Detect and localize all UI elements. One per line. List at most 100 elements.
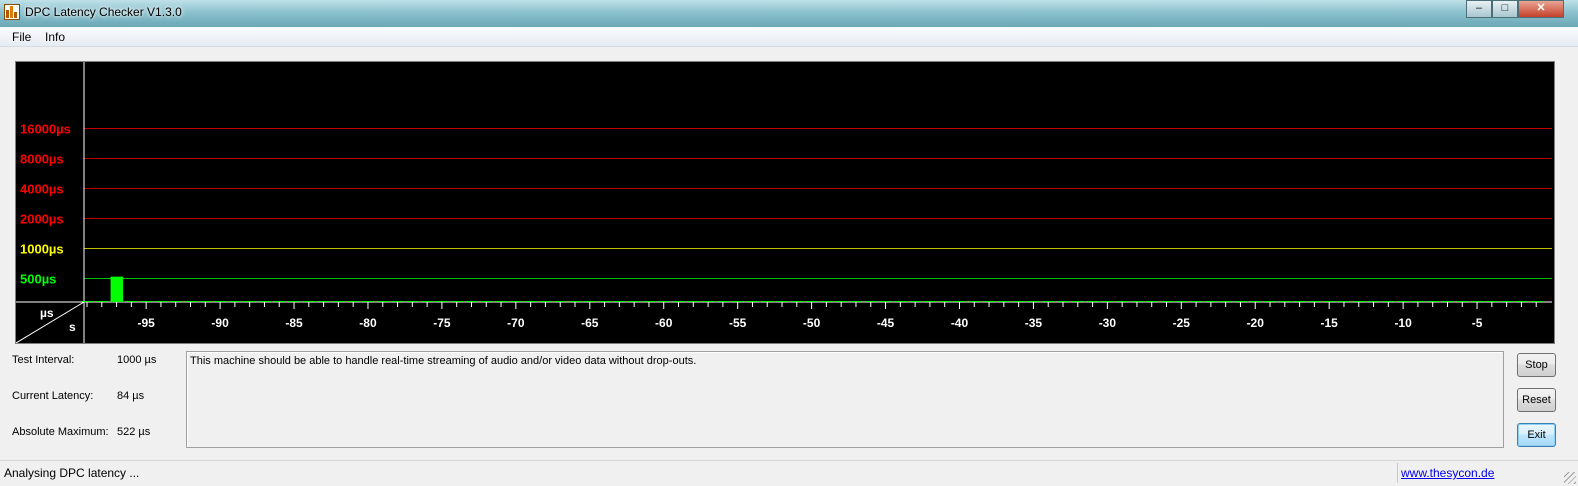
bar-82 [332, 301, 345, 302]
exit-button[interactable]: Exit [1517, 423, 1556, 447]
bar-60 [657, 301, 671, 302]
bar-69 [524, 301, 538, 302]
bar-1 [1530, 301, 1543, 302]
bar-62 [628, 301, 641, 302]
y-unit-label: µs [40, 306, 54, 320]
close-button[interactable]: ✕ [1518, 0, 1564, 18]
x-tick-label-75: -75 [433, 316, 451, 330]
x-tick-label-45: -45 [877, 316, 895, 330]
y-tick-label-2000: 2000µs [20, 212, 64, 227]
bar-95 [140, 301, 153, 302]
bar-48 [835, 301, 848, 302]
x-tick-label-70: -70 [507, 316, 525, 330]
dpc-latency-window: DPC Latency Checker V1.3.0 – □ ✕ File In… [0, 0, 1578, 486]
window-title: DPC Latency Checker V1.3.0 [25, 5, 182, 19]
bar-79 [376, 301, 390, 302]
bar-24 [1190, 301, 1203, 302]
x-tick-label-5: -5 [1472, 316, 1483, 330]
bar-78 [391, 301, 405, 302]
stop-button[interactable]: Stop [1517, 353, 1556, 377]
resize-grip[interactable] [1564, 472, 1576, 484]
status-bar: Analysing DPC latency ... www.thesycon.d… [0, 460, 1578, 486]
x-tick-label-50: -50 [803, 316, 821, 330]
latency-chart: 500µs 1000µs 2000µs 4000µs 8000µs 16000µs µs s -… [16, 62, 1552, 343]
bar-4 [1485, 301, 1499, 302]
bar-17 [1293, 301, 1307, 302]
x-tick-label-35: -35 [1025, 316, 1043, 330]
reset-button[interactable]: Reset [1517, 388, 1556, 412]
bar-18 [1278, 301, 1292, 302]
bar-42 [923, 301, 937, 302]
bar-51 [790, 301, 804, 302]
bar-25 [1175, 301, 1188, 302]
bar-73 [465, 301, 478, 302]
status-separator [1397, 463, 1398, 483]
bar-46 [864, 301, 878, 302]
bar-8 [1426, 301, 1440, 302]
bar-45 [879, 301, 893, 302]
bar-3 [1500, 301, 1514, 302]
bar-12 [1367, 301, 1381, 302]
maximize-button[interactable]: □ [1492, 0, 1518, 18]
bar-29 [1116, 301, 1129, 302]
bar-72 [480, 301, 493, 302]
bar-71 [495, 301, 508, 302]
x-tick-label-95: -95 [137, 316, 155, 330]
bar-34 [1042, 301, 1055, 302]
bar-57 [702, 301, 715, 302]
menu-file[interactable]: File [12, 30, 31, 44]
bar-56 [716, 301, 730, 302]
bar-15 [1323, 301, 1336, 302]
bar-58 [687, 301, 700, 302]
test-interval-value: 1000 µs [117, 354, 157, 366]
bar-20 [1249, 301, 1262, 302]
bar-64 [598, 301, 612, 302]
bar-75 [435, 301, 449, 302]
x-tick-label-15: -15 [1321, 316, 1339, 330]
test-interval-label: Test Interval: [12, 354, 75, 366]
bar-81 [347, 301, 360, 302]
bar-10 [1397, 301, 1410, 302]
menu-info[interactable]: Info [45, 30, 65, 44]
bar-23 [1204, 301, 1218, 302]
bar-67 [554, 301, 567, 302]
minimize-button[interactable]: – [1466, 0, 1492, 18]
absolute-maximum-value: 522 µs [117, 426, 151, 438]
x-tick-label-25: -25 [1173, 316, 1191, 330]
bar-35 [1027, 301, 1040, 302]
y-tick-label-16000: 16000µs [20, 122, 71, 137]
bar-55 [731, 301, 745, 302]
absolute-maximum-label: Absolute Maximum: [12, 426, 109, 438]
bar-38 [983, 301, 996, 302]
bar-22 [1219, 301, 1233, 302]
app-icon [4, 4, 20, 20]
bar-53 [761, 301, 774, 302]
bar-37 [997, 301, 1011, 302]
bar-32 [1071, 301, 1085, 302]
bar-47 [849, 301, 863, 302]
bar-76 [421, 301, 434, 302]
bar-96 [125, 301, 138, 302]
bar-74 [450, 301, 464, 302]
x-tick-label-20: -20 [1247, 316, 1265, 330]
latency-graph: 500µs 1000µs 2000µs 4000µs 8000µs 16000µs µs s -… [15, 61, 1555, 344]
bar-52 [776, 301, 789, 302]
thesycon-link[interactable]: www.thesycon.de [1401, 466, 1494, 480]
title-bar[interactable]: DPC Latency Checker V1.3.0 – □ ✕ [0, 0, 1578, 27]
bar-27 [1145, 301, 1159, 302]
bar-65 [583, 301, 597, 302]
bar-98 [95, 301, 109, 302]
current-latency-label: Current Latency: [12, 390, 94, 402]
bar-86 [273, 301, 286, 302]
x-tick-label-85: -85 [285, 316, 303, 330]
bar-70 [509, 301, 523, 302]
x-tick-label-55: -55 [729, 316, 747, 330]
x-tick-label-60: -60 [655, 316, 673, 330]
bar-33 [1057, 301, 1070, 302]
bar-66 [569, 301, 582, 302]
bar-31 [1086, 301, 1100, 302]
bar-88 [243, 301, 257, 302]
bar-54 [746, 301, 759, 302]
bar-87 [258, 301, 271, 302]
bar-80 [361, 301, 375, 302]
